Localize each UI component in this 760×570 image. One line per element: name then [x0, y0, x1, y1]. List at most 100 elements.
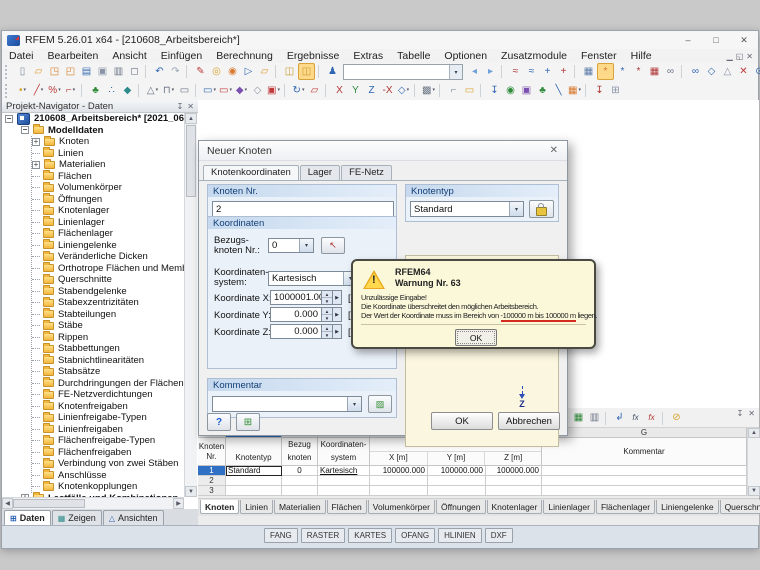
tree-item-knotenkopplungen[interactable]: Knotenkopplungen	[32, 481, 184, 493]
help-button[interactable]: ?	[207, 413, 231, 431]
comment-tool-icon[interactable]: ▭	[462, 83, 477, 98]
toolbar-grip[interactable]	[5, 65, 11, 79]
y-spinner[interactable]: ▲▼	[322, 307, 333, 322]
print-preview-icon[interactable]: ◻	[127, 64, 142, 79]
tree-group-modelldaten[interactable]: −Modelldaten	[2, 125, 184, 137]
close-icon[interactable]: ✕	[550, 145, 567, 156]
import-table-icon[interactable]: ▥	[587, 411, 602, 426]
status-toggle-ofang[interactable]: OFANG	[395, 528, 435, 543]
copy-icon[interactable]: ▣	[95, 64, 110, 79]
row-header[interactable]: 2	[198, 476, 226, 486]
tree-item-knotenfreigaben[interactable]: Knotenfreigaben	[32, 401, 184, 413]
table-tab-volumenkörper[interactable]: Volumenkörper	[368, 500, 435, 514]
column-letter-g[interactable]: G	[542, 428, 747, 438]
cube-tool-icon[interactable]: ◇	[250, 83, 265, 98]
load-icon[interactable]: ↧	[487, 83, 502, 98]
view-minus-x-icon[interactable]: -X	[380, 83, 395, 98]
tree-item-anschlüsse[interactable]: Anschlüsse	[32, 470, 184, 482]
panel-toggle-icon[interactable]: ◫	[282, 64, 297, 79]
tree-vertical-scrollbar[interactable]: ▲ ▼	[184, 113, 197, 497]
calculation-icon[interactable]: *	[615, 64, 630, 79]
row-header[interactable]: 3	[198, 486, 226, 496]
scroll-left-icon[interactable]: ◀	[2, 498, 13, 509]
z-spinner[interactable]: ▲▼	[322, 324, 333, 339]
minimize-button[interactable]: –	[674, 31, 702, 49]
measure-icon[interactable]: ◇	[704, 64, 719, 79]
chevron-down-icon[interactable]: ▾	[509, 202, 523, 216]
view-iso-icon[interactable]: ◇▾	[396, 83, 411, 98]
menu-item-tabelle[interactable]: Tabelle	[390, 50, 437, 62]
dialog-tab-knotenkoordinaten[interactable]: Knotenkoordinaten	[203, 165, 299, 181]
next-view-icon[interactable]: ▸	[483, 64, 498, 79]
print-icon[interactable]: ▥	[111, 64, 126, 79]
scroll-up-icon[interactable]: ▲	[748, 428, 760, 438]
line-tool-icon[interactable]: ╱▾	[31, 83, 46, 98]
menu-item-ergebnisse[interactable]: Ergebnisse	[280, 50, 347, 62]
navigator-tab-daten[interactable]: ⊞Daten	[4, 510, 51, 525]
tree-item-stabbettungen[interactable]: Stabbettungen	[32, 343, 184, 355]
maximize-button[interactable]: □	[702, 31, 730, 49]
tree-horizontal-scrollbar[interactable]: ◀ ▶	[2, 497, 184, 509]
results-icon[interactable]: *	[631, 64, 646, 79]
knoten-nr-input[interactable]: 2	[212, 201, 394, 217]
menu-item-einfügen[interactable]: Einfügen	[154, 50, 209, 62]
export-excel-icon[interactable]: ▦	[571, 411, 586, 426]
scroll-right-icon[interactable]: ▶	[173, 498, 184, 509]
table-cell[interactable]	[542, 476, 747, 486]
mirror-icon[interactable]: △	[720, 64, 735, 79]
table-tab-materialien[interactable]: Materialien	[274, 500, 326, 514]
table-tab-flächen[interactable]: Flächen	[327, 500, 367, 514]
tree-item-stabexzentrizitäten[interactable]: Stabexzentrizitäten	[32, 297, 184, 309]
tree-item-knotenlager[interactable]: Knotenlager	[32, 205, 184, 217]
guide-icon[interactable]: +	[556, 64, 571, 79]
tree-item-linienfreigaben[interactable]: Linienfreigaben	[32, 424, 184, 436]
scroll-down-icon[interactable]: ▼	[748, 486, 760, 496]
menu-item-bearbeiten[interactable]: Bearbeiten	[41, 50, 106, 62]
x-spinner[interactable]: ▲▼	[322, 290, 333, 305]
view-y-icon[interactable]: Y	[348, 83, 363, 98]
palette-icon[interactable]: ▦▾	[567, 83, 582, 98]
delete-icon[interactable]: ✕	[736, 64, 751, 79]
dialog-title-bar[interactable]: Neuer Knoten ✕	[199, 141, 567, 161]
table-cell[interactable]	[486, 486, 542, 496]
table-vertical-scrollbar[interactable]: ▲ ▼	[747, 428, 760, 496]
section-line-icon[interactable]: ╲	[551, 83, 566, 98]
warning-ok-button[interactable]: OK	[455, 329, 497, 346]
glasses-icon[interactable]: ∞	[663, 64, 678, 79]
volume-tool-icon[interactable]: ◆▾	[234, 83, 249, 98]
connect-icon[interactable]: ∞	[688, 64, 703, 79]
grid-view-icon[interactable]: ⊞	[608, 83, 623, 98]
fx-icon[interactable]: fx	[628, 411, 643, 426]
axes-icon[interactable]: +	[540, 64, 555, 79]
node-pair-icon[interactable]: ∴	[104, 83, 119, 98]
tree-item-materialien[interactable]: +Materialien	[32, 159, 184, 171]
tree-item-stabnichtlinearitäten[interactable]: Stabnichtlinearitäten	[32, 355, 184, 367]
tree-item-knoten[interactable]: +Knoten	[32, 136, 184, 148]
menu-item-extras[interactable]: Extras	[346, 50, 390, 62]
mesh-settings-icon[interactable]: *	[597, 63, 614, 80]
mdi-restore-button[interactable]: ◱	[736, 52, 744, 61]
table-tab-öffnungen[interactable]: Öffnungen	[436, 500, 486, 514]
menu-item-datei[interactable]: Datei	[2, 50, 41, 62]
koordinatensystem-select[interactable]: Kartesisch ▾	[268, 271, 358, 286]
tree-item-rippen[interactable]: Rippen	[32, 332, 184, 344]
table-cell[interactable]	[428, 486, 486, 496]
table-cell[interactable]	[318, 486, 370, 496]
member-tree-icon[interactable]: ♣	[88, 83, 103, 98]
scroll-thumb[interactable]	[13, 499, 85, 508]
table-cell[interactable]	[226, 486, 282, 496]
table-cell[interactable]: Standard	[226, 466, 282, 476]
tree-item-stabteilungen[interactable]: Stabteilungen	[32, 309, 184, 321]
status-toggle-fang[interactable]: FANG	[264, 528, 298, 543]
table-tab-querschnitte[interactable]: Querschnitte	[720, 500, 760, 514]
toolbar-grip[interactable]	[5, 84, 11, 98]
table-tab-knoten[interactable]: Knoten	[200, 500, 239, 514]
tree-item-flächenfreigabe-typen[interactable]: Flächenfreigabe-Typen	[32, 435, 184, 447]
render-mode-icon[interactable]: ▩▾	[421, 83, 436, 98]
table-cell[interactable]	[486, 476, 542, 486]
copy-tool-icon[interactable]: ▱	[307, 83, 322, 98]
table-cell[interactable]	[370, 476, 428, 486]
menu-item-hilfe[interactable]: Hilfe	[624, 50, 659, 62]
dialog-tab-lager[interactable]: Lager	[300, 165, 340, 180]
open-icon[interactable]: ▱	[31, 64, 46, 79]
